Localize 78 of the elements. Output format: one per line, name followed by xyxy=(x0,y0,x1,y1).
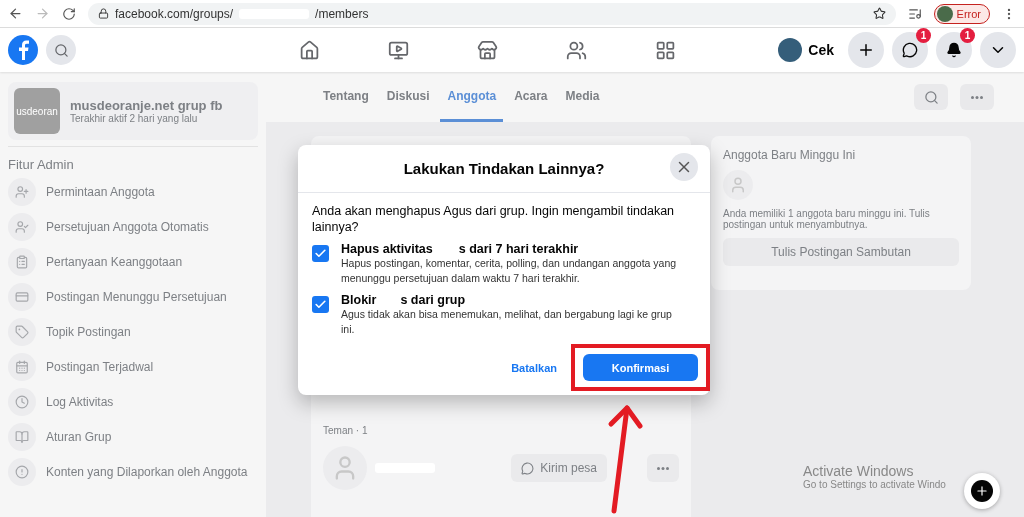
create-button[interactable] xyxy=(848,32,884,68)
count-badge: 1 xyxy=(916,28,931,43)
url-text: /members xyxy=(315,6,369,21)
profile-link[interactable]: Cek xyxy=(778,38,834,62)
group-tab[interactable]: Media xyxy=(558,72,607,122)
person-check-icon xyxy=(8,212,36,241)
sidebar-item[interactable]: Log Aktivitas xyxy=(8,384,258,419)
bell-icon xyxy=(946,42,962,58)
plus-icon xyxy=(857,41,875,59)
group-tab[interactable]: Anggota xyxy=(440,72,504,122)
avatar-icon xyxy=(723,170,753,200)
back-icon[interactable] xyxy=(8,6,23,21)
option-description: Agus tidak akan bisa menemukan, melihat, dan bergabung lagi ke grup ini. xyxy=(341,307,673,337)
clipboard-icon xyxy=(8,247,36,276)
star-icon[interactable] xyxy=(872,7,886,20)
group-tab[interactable]: Acara xyxy=(507,72,555,122)
search-button[interactable] xyxy=(46,35,76,65)
cancel-button[interactable]: Batalkan xyxy=(511,361,557,374)
book-icon xyxy=(8,422,36,451)
activation-text: Go to Settings to activate Windo xyxy=(803,479,946,490)
alert-icon xyxy=(8,457,36,486)
section-heading: Fitur Admin xyxy=(8,146,258,172)
logo-icon[interactable] xyxy=(8,35,38,65)
sidebar-item[interactable]: Aturan Grup xyxy=(8,419,258,454)
address-bar[interactable]: facebook.com/groups/ /members xyxy=(88,2,896,25)
new-message-button[interactable] xyxy=(964,473,1000,509)
checkbox[interactable] xyxy=(312,245,329,262)
lock-icon xyxy=(98,8,109,19)
check-icon xyxy=(314,298,327,311)
sidebar-item[interactable]: Pertanyaan Keanggotaan xyxy=(8,244,258,279)
person-add-icon xyxy=(8,177,36,206)
card-icon xyxy=(8,282,36,311)
close-button[interactable] xyxy=(670,153,698,181)
dialog-text: Anda akan menghapus Agus dari grup. Ingin mengambil tindakan lainnya? xyxy=(312,203,676,235)
group-status: Terakhir aktif 2 hari yang lalu xyxy=(70,113,199,124)
option-title: s dari grup xyxy=(400,293,466,307)
clock-icon xyxy=(8,387,36,416)
dots-icon xyxy=(657,466,669,470)
group-thumbnail: usdeoran xyxy=(14,88,60,134)
check-icon xyxy=(314,247,327,260)
search-icon xyxy=(53,42,69,58)
calendar-icon xyxy=(8,352,36,381)
card-title: Anggota Baru Minggu Ini xyxy=(723,148,857,162)
count-badge: 1 xyxy=(960,28,975,43)
group-name: musdeoranje.net grup fb xyxy=(70,98,223,113)
dots-icon xyxy=(971,95,983,99)
dialog-title: Lakukan Tindakan Lainnya? xyxy=(403,160,605,177)
confirm-button[interactable]: Konfirmasi xyxy=(583,354,698,381)
group-tab[interactable]: Diskusi xyxy=(379,72,437,122)
chat-icon xyxy=(902,42,918,58)
friends-heading: Teman · 1 xyxy=(323,425,369,436)
activation-title: Activate Windows xyxy=(803,463,915,479)
sidebar-item[interactable]: Postingan Terjadwal xyxy=(8,349,258,384)
chat-icon xyxy=(521,461,535,475)
checkbox[interactable] xyxy=(312,296,329,313)
sidebar-item[interactable]: Persetujuan Anggota Otomatis xyxy=(8,209,258,244)
option-title: s dari 7 hari terakhir xyxy=(458,242,579,256)
group-tab[interactable]: Tentang xyxy=(316,72,376,122)
search-button[interactable] xyxy=(914,84,948,110)
avatar-icon xyxy=(323,446,367,490)
tag-icon xyxy=(8,317,36,346)
group-card[interactable]: usdeoran musdeoranje.net grup fb Terakhir aktif 2 hari yang lalu xyxy=(8,82,258,140)
option-title: Blokir xyxy=(341,293,377,307)
welcome-button[interactable]: Tulis Postingan Sambutan xyxy=(723,238,959,266)
sidebar-item[interactable]: Postingan Menunggu Persetujuan xyxy=(8,279,258,314)
url-text: facebook.com/groups/ xyxy=(115,6,234,21)
sidebar-item[interactable]: Permintaan Anggota xyxy=(8,174,258,209)
card-text: Anda memiliki 1 anggota baru minggu ini. Tulis postingan untuk menyambutnya. xyxy=(723,208,931,230)
option-title: Hapus aktivitas xyxy=(341,242,433,256)
sidebar-item[interactable]: Konten yang Dilaporkan oleh Anggota xyxy=(8,454,258,489)
message-button[interactable]: Kirim pesa xyxy=(511,454,607,482)
sidebar-item[interactable]: Topik Postingan xyxy=(8,314,258,349)
option-description: Hapus postingan, komentar, cerita, polling, dan undangan anggota yang menunggu persetujuan dalam waktu 7 hari terakhir. xyxy=(341,256,678,286)
media-icon[interactable] xyxy=(907,6,922,21)
plus-icon xyxy=(971,480,993,502)
search-icon xyxy=(923,89,939,105)
profile-chip[interactable]: Error xyxy=(933,3,990,24)
reload-icon[interactable] xyxy=(62,6,76,21)
